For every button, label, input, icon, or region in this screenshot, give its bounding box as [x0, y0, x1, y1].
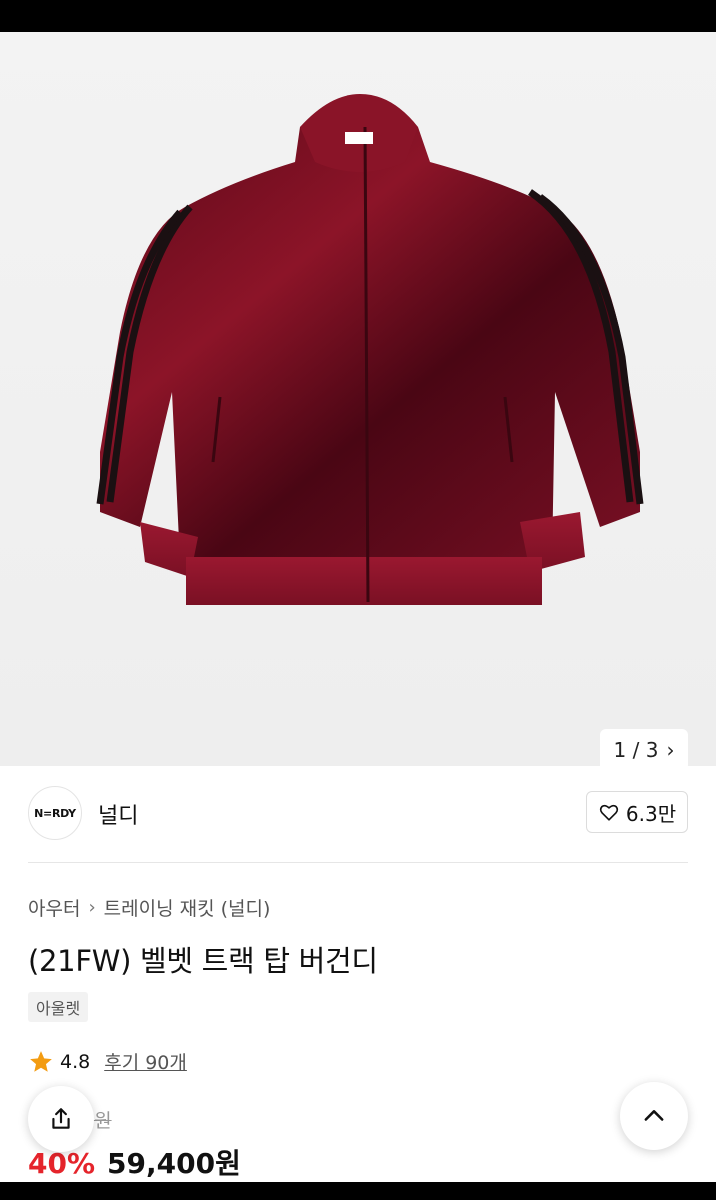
- rating-score: 4.8: [60, 1050, 91, 1073]
- brand-row: N=RDY 널디 6.3만: [28, 786, 688, 842]
- like-button[interactable]: 6.3만: [586, 791, 688, 833]
- outlet-tag: 아울렛: [28, 992, 89, 1022]
- image-counter-text: 1 / 3: [613, 738, 659, 762]
- breadcrumb: 아우터 › 트레이닝 재킷 (널디): [28, 894, 270, 921]
- divider: [28, 862, 688, 863]
- heart-icon: [599, 804, 619, 821]
- image-counter[interactable]: 1 / 3 ›: [600, 729, 688, 766]
- like-count: 6.3만: [625, 801, 677, 826]
- home-indicator-bar: [0, 1182, 716, 1200]
- product-image-jacket: [96, 94, 644, 605]
- breadcrumb-category[interactable]: 아우터: [28, 894, 80, 921]
- scroll-top-button[interactable]: [620, 1082, 688, 1150]
- reviews-link[interactable]: 후기 90개: [104, 1048, 187, 1075]
- star-icon: [30, 1050, 52, 1072]
- brand-name[interactable]: 널디: [98, 798, 138, 830]
- status-bar: [0, 0, 716, 32]
- brand-logo[interactable]: N=RDY: [28, 786, 82, 840]
- product-title: (21FW) 벨벳 트랙 탑 버건디: [28, 944, 378, 978]
- product-image-gallery[interactable]: 1 / 3 ›: [0, 32, 716, 766]
- share-button[interactable]: [28, 1086, 94, 1152]
- chevron-up-icon: [644, 1110, 664, 1121]
- sale-price: 59,400원: [107, 1147, 241, 1180]
- rating-row: 4.8 후기 90개: [28, 1048, 187, 1075]
- product-info-panel: N=RDY 널디 6.3만 아우터 › 트레이닝 재킷 (널디) (21FW) …: [0, 766, 716, 1182]
- chevron-right-icon: ›: [666, 738, 675, 762]
- chevron-right-icon: ›: [88, 897, 96, 918]
- share-icon: [52, 1108, 70, 1129]
- breadcrumb-subcategory[interactable]: 트레이닝 재킷 (널디): [104, 894, 271, 921]
- brand-logo-text: N=RDY: [34, 806, 76, 820]
